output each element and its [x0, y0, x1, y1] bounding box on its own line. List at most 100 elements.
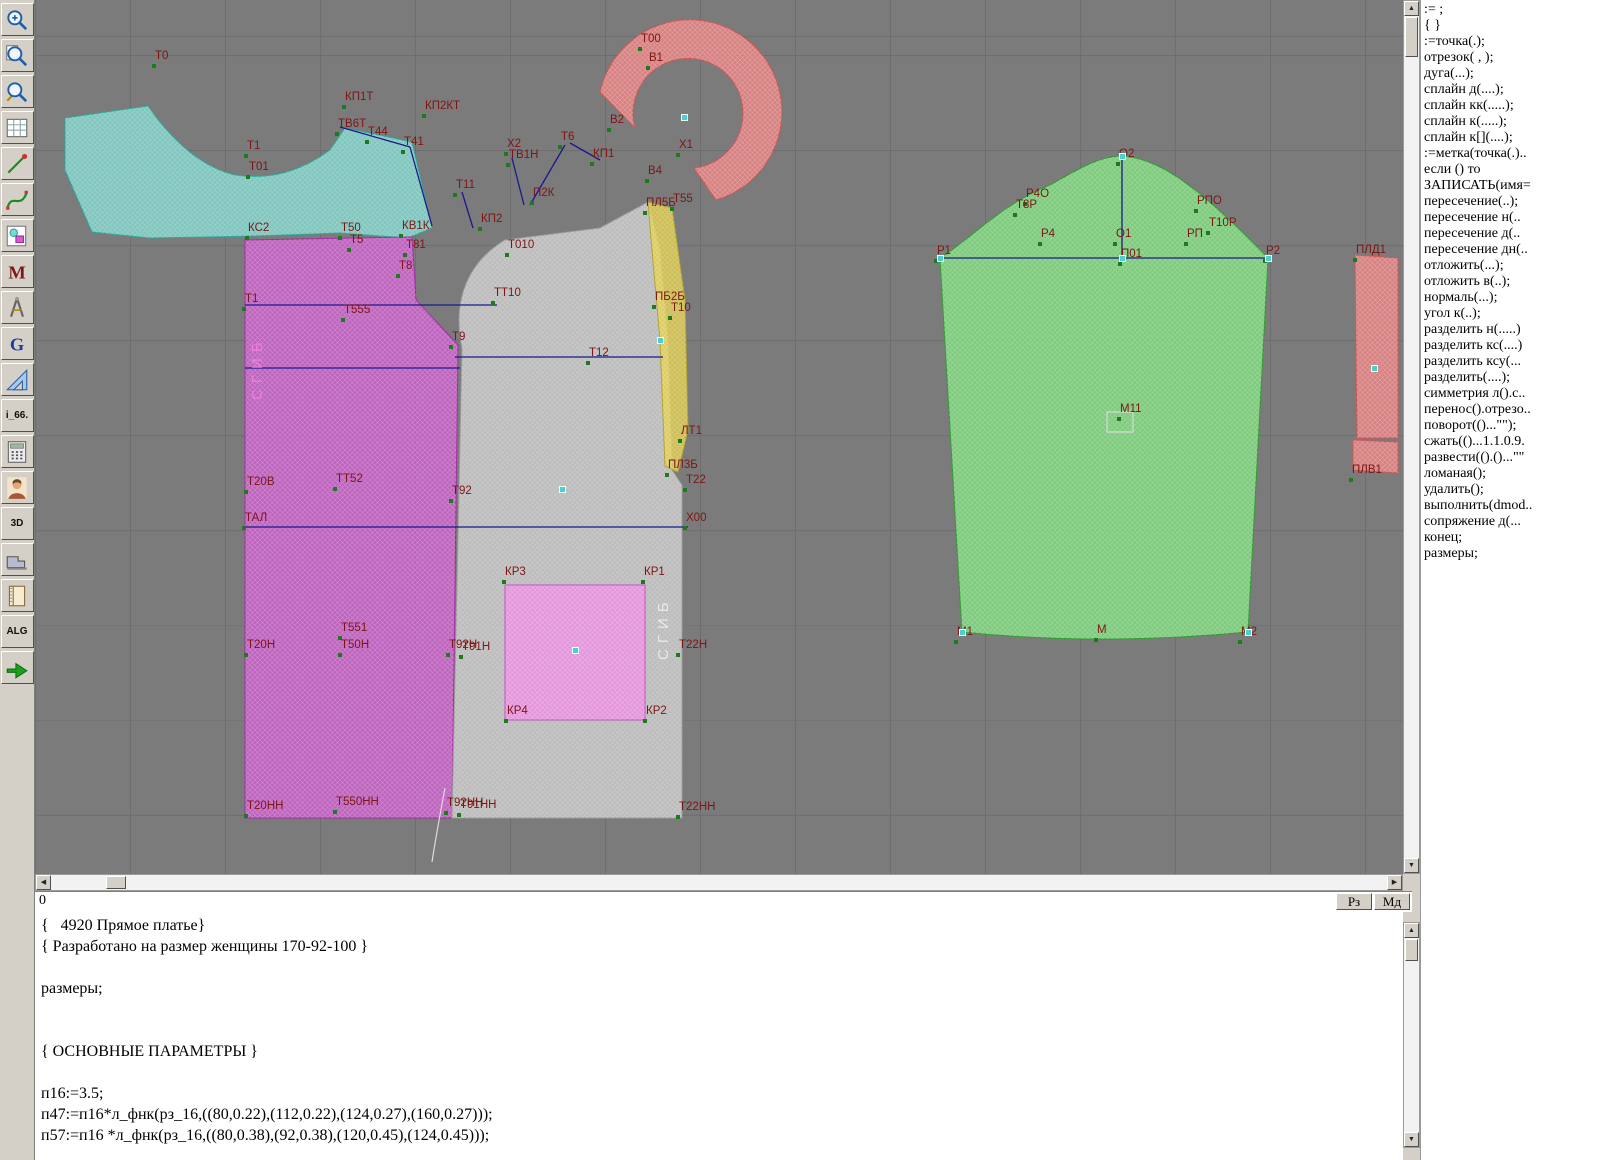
function-template-item[interactable]: сплайн к(.....);	[1424, 114, 1600, 130]
selection-handle[interactable]	[1371, 365, 1378, 372]
function-template-item[interactable]: конец;	[1424, 530, 1600, 546]
point-label-Т9[interactable]: Т9	[452, 331, 465, 343]
point-tool[interactable]	[1, 147, 34, 180]
point-label-М11[interactable]: М11	[1120, 403, 1142, 415]
point-label-КР1[interactable]: КР1	[644, 566, 665, 578]
function-template-item[interactable]: разделить ксу(...	[1424, 354, 1600, 370]
function-template-item[interactable]: разделить н(.....)	[1424, 322, 1600, 338]
selection-handle[interactable]	[559, 486, 566, 493]
point-label-П2К[interactable]: П2К	[533, 187, 554, 199]
point-label-ПЛ3Б[interactable]: ПЛ3Б	[668, 459, 698, 471]
point-label-Т1[interactable]: Т1	[245, 293, 258, 305]
point-label-КП2КТ[interactable]: КП2КТ	[425, 100, 460, 112]
scroll-right-icon[interactable]: ▶	[1387, 875, 1402, 890]
rz-button[interactable]: Рз	[1336, 893, 1372, 910]
function-template-item[interactable]: пересечение(..);	[1424, 194, 1600, 210]
selection-handle[interactable]	[1265, 255, 1272, 262]
journal-tool[interactable]	[1, 579, 34, 612]
function-template-item[interactable]: :=точка(.);	[1424, 34, 1600, 50]
point-label-КП2[interactable]: КП2	[481, 213, 502, 225]
point-label-РП[interactable]: РП	[1187, 228, 1203, 240]
selection-handle[interactable]	[937, 255, 944, 262]
sewing-tool[interactable]	[1, 543, 34, 576]
point-label-Т91НН[interactable]: Т91НН	[460, 799, 496, 811]
i66-indicator[interactable]: i_66.	[1, 399, 34, 432]
point-label-Т8[interactable]: Т8	[399, 260, 412, 272]
function-template-item[interactable]: сжать(()...1.1.0.9.	[1424, 434, 1600, 450]
function-template-item[interactable]: :=метка(точка(.)..	[1424, 146, 1600, 162]
point-label-КР3[interactable]: КР3	[505, 566, 526, 578]
canvas-vertical-scrollbar[interactable]: ▲ ▼	[1403, 0, 1420, 874]
point-label-КП1Т[interactable]: КП1Т	[345, 91, 373, 103]
editor-vertical-scrollbar[interactable]: ▲ ▼	[1403, 922, 1420, 1148]
point-label-М[interactable]: М	[1097, 624, 1107, 636]
zoom-in-tool[interactable]	[1, 3, 34, 36]
function-template-item[interactable]: развести(().()...""	[1424, 450, 1600, 466]
drawing-canvas[interactable]: Т0КП1ТКП2КТТВ6ТТ44Т1Т41Т01Х2ТВ1НТ6В2Х1КП…	[35, 0, 1403, 874]
point-label-КС2[interactable]: КС2	[248, 222, 269, 234]
function-template-item[interactable]: сплайн к[](....);	[1424, 130, 1600, 146]
point-label-Т44[interactable]: Т44	[368, 126, 388, 138]
selection-handle[interactable]	[572, 647, 579, 654]
point-label-Т11[interactable]: Т11	[456, 179, 475, 191]
code-editor[interactable]: { 4920 Прямое платье}{ Разработано на ра…	[35, 911, 1403, 1160]
point-label-Т20Н[interactable]: Т20Н	[247, 639, 275, 651]
spline-tool[interactable]	[1, 183, 34, 216]
point-label-КР4[interactable]: КР4	[507, 705, 528, 717]
function-template-item[interactable]: размеры;	[1424, 546, 1600, 562]
run-tool[interactable]	[1, 651, 34, 684]
function-template-item[interactable]: сплайн кк(.....);	[1424, 98, 1600, 114]
function-template-item[interactable]: ЗАПИСАТЬ(имя=	[1424, 178, 1600, 194]
zoom-page-tool[interactable]	[1, 39, 34, 72]
function-template-item[interactable]: угол к(..);	[1424, 306, 1600, 322]
canvas-hscroll-thumb[interactable]	[106, 876, 126, 889]
point-label-О1[interactable]: О1	[1116, 228, 1131, 240]
point-label-Т22НН[interactable]: Т22НН	[679, 801, 715, 813]
zoom-measure-tool[interactable]	[1, 75, 34, 108]
function-template-item[interactable]: отложить(...);	[1424, 258, 1600, 274]
selection-handle[interactable]	[1245, 629, 1252, 636]
canvas-horizontal-scrollbar[interactable]: ◀ ▶	[35, 874, 1403, 891]
function-template-item[interactable]: поворот(()..."");	[1424, 418, 1600, 434]
pieces-tool[interactable]	[1, 219, 34, 252]
point-label-Т22Н[interactable]: Т22Н	[679, 639, 707, 651]
point-label-Т551[interactable]: Т551	[341, 622, 367, 634]
point-label-Т01[interactable]: Т01	[249, 161, 269, 173]
function-template-item[interactable]: перенос().отрезо..	[1424, 402, 1600, 418]
scroll-down-icon[interactable]: ▼	[1404, 858, 1419, 873]
function-template-item[interactable]: отложить в(..);	[1424, 274, 1600, 290]
function-template-item[interactable]: дуга(...);	[1424, 66, 1600, 82]
point-label-Т20В[interactable]: Т20В	[247, 476, 275, 488]
scroll-down-icon[interactable]: ▼	[1404, 1132, 1419, 1147]
function-template-item[interactable]: симметрия л().с..	[1424, 386, 1600, 402]
point-label-ТВ6Т[interactable]: ТВ6Т	[338, 118, 366, 130]
point-label-КП1[interactable]: КП1	[593, 148, 614, 160]
point-label-Т010[interactable]: Т010	[508, 239, 534, 251]
point-label-В1[interactable]: В1	[649, 52, 663, 64]
point-label-Т55[interactable]: Т55	[673, 193, 693, 205]
point-label-В2[interactable]: В2	[610, 114, 624, 126]
point-label-КР2[interactable]: КР2	[646, 705, 667, 717]
function-template-item[interactable]: удалить();	[1424, 482, 1600, 498]
point-label-Т50[interactable]: Т50	[341, 222, 361, 234]
point-label-ПЛД1[interactable]: ПЛД1	[1356, 244, 1386, 256]
compass-tool[interactable]	[1, 291, 34, 324]
scroll-up-icon[interactable]: ▲	[1404, 1, 1419, 16]
function-template-item[interactable]: разделить(....);	[1424, 370, 1600, 386]
graphic-tool[interactable]: G	[1, 327, 34, 360]
md-button[interactable]: Мд	[1374, 893, 1410, 910]
point-label-Т12[interactable]: Т12	[589, 347, 609, 359]
point-label-Т50Н[interactable]: Т50Н	[341, 639, 369, 651]
point-label-Т92[interactable]: Т92	[452, 485, 472, 497]
selection-handle[interactable]	[959, 629, 966, 636]
point-label-Т91Н[interactable]: Т91Н	[462, 641, 490, 653]
selection-handle[interactable]	[1119, 255, 1126, 262]
point-label-ТВ1Н[interactable]: ТВ1Н	[509, 149, 538, 161]
point-label-Т20НН[interactable]: Т20НН	[247, 800, 283, 812]
point-label-Т00[interactable]: Т00	[641, 33, 661, 45]
point-label-Т550НН[interactable]: Т550НН	[336, 796, 379, 808]
point-label-Т10Р[interactable]: Т10Р	[1209, 217, 1237, 229]
scroll-left-icon[interactable]: ◀	[36, 875, 51, 890]
function-template-item[interactable]: ломаная();	[1424, 466, 1600, 482]
scroll-up-icon[interactable]: ▲	[1404, 923, 1419, 938]
